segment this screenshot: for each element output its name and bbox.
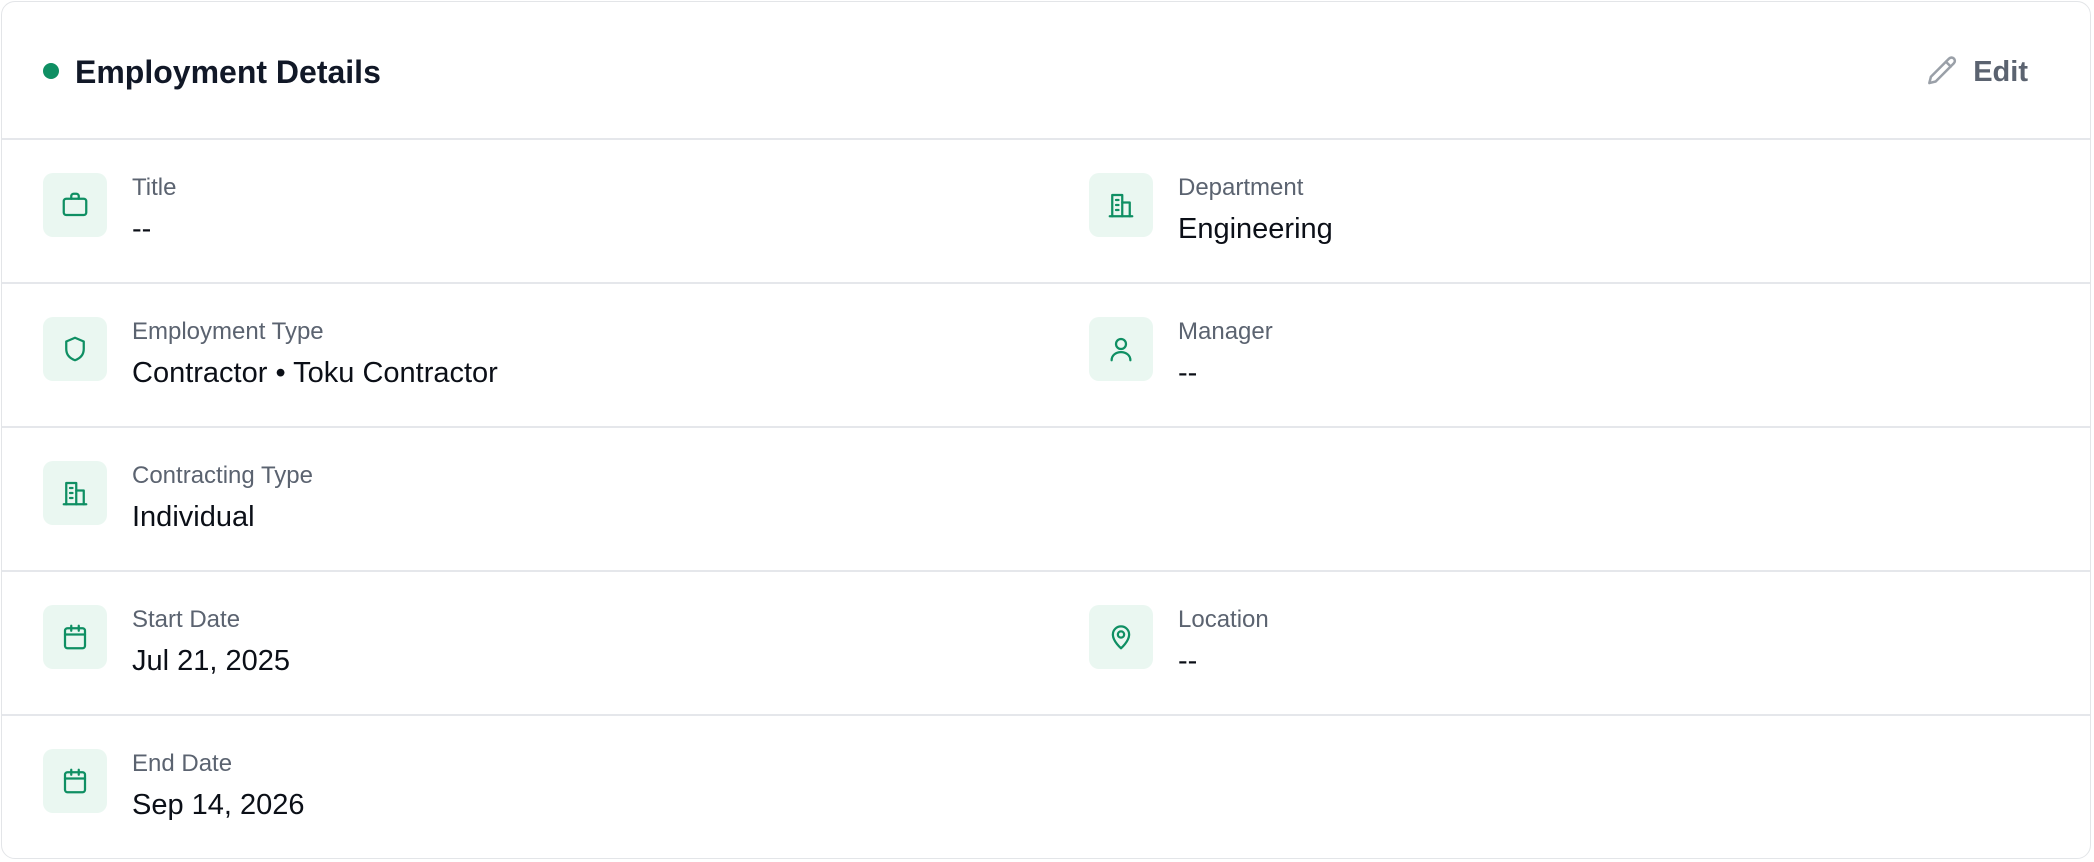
briefcase-icon — [43, 173, 107, 237]
shield-icon — [43, 317, 107, 381]
details-row: End Date Sep 14, 2026 — [2, 716, 2090, 858]
status-dot — [43, 63, 59, 79]
field-value: -- — [1178, 645, 1198, 677]
field-label: Location — [1178, 606, 1269, 633]
building-icon — [43, 461, 107, 525]
field-value: -- — [132, 213, 152, 245]
details-row: Title -- Department Engineering — [2, 140, 2090, 284]
field-label: Manager — [1178, 318, 1273, 345]
user-icon — [1089, 317, 1153, 381]
details-row: Start Date Jul 21, 2025 Location -- — [2, 572, 2090, 716]
calendar-icon — [43, 749, 107, 813]
card-header: Employment Details Edit — [2, 2, 2090, 140]
calendar-icon — [43, 605, 107, 669]
edit-button-label: Edit — [1973, 55, 2028, 88]
field-label: Start Date — [132, 606, 241, 633]
employment-details-card: Employment Details Edit Title -- Departm… — [1, 1, 2091, 859]
field-label: Department — [1178, 174, 1304, 201]
field-value: Sep 14, 2026 — [132, 789, 305, 821]
field-label: End Date — [132, 750, 233, 777]
pencil-icon — [1928, 56, 1957, 85]
edit-button[interactable]: Edit — [1923, 52, 2028, 92]
card-title: Employment Details — [75, 54, 381, 90]
field-label: Title — [132, 174, 177, 201]
field-value: Jul 21, 2025 — [132, 645, 291, 677]
building-icon — [1089, 173, 1153, 237]
field-label: Contracting Type — [132, 462, 313, 489]
field-value: Contractor • Toku Contractor — [132, 357, 498, 389]
details-row: Employment Type Contractor • Toku Contra… — [2, 284, 2090, 428]
map-pin-icon — [1089, 605, 1153, 669]
field-value: Individual — [132, 501, 255, 533]
field-label: Employment Type — [132, 318, 324, 345]
field-value: -- — [1178, 357, 1198, 389]
field-value: Engineering — [1178, 213, 1333, 245]
details-row: Contracting Type Individual — [2, 428, 2090, 572]
